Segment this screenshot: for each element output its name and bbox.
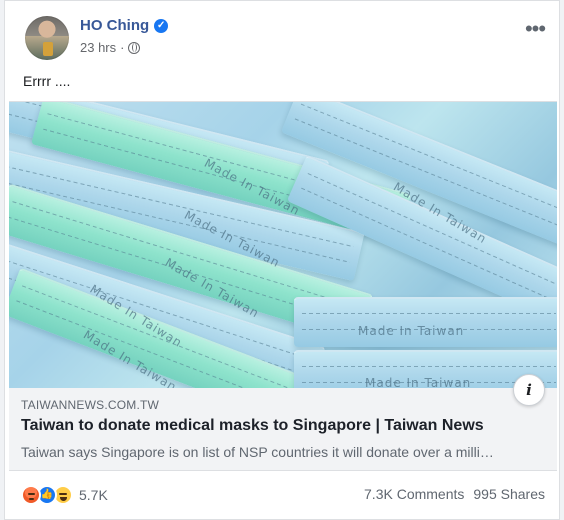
haha-mouth	[60, 497, 67, 501]
facebook-post-card: HO Ching ✓ 23 hrs · ••• Errrr .... Made …	[4, 0, 560, 520]
more-options-icon[interactable]: •••	[523, 18, 547, 40]
post-footer: 👍 5.7K 7.3K Comments 995 Shares	[21, 485, 545, 507]
mask-layer	[294, 297, 557, 347]
haha-eyes	[59, 493, 67, 495]
angry-mouth	[29, 498, 34, 500]
meta-separator: ·	[120, 40, 125, 55]
link-preview-card[interactable]: Made In Taiwan Made In Taiwan Made In Ta…	[9, 101, 557, 471]
reaction-count[interactable]: 5.7K	[79, 487, 108, 503]
angry-eyes	[28, 493, 35, 495]
link-summary: Taiwan says Singapore is on list of NSP …	[21, 444, 494, 460]
link-preview-text[interactable]: TAIWANNEWS.COM.TW Taiwan to donate medic…	[9, 388, 557, 470]
verified-check-icon: ✓	[154, 19, 169, 33]
globe-icon[interactable]	[128, 41, 141, 54]
mask-fold-stripe	[302, 366, 556, 367]
post-meta: 23 hrs ·	[80, 40, 141, 55]
avatar-glass-detail	[43, 42, 53, 56]
mask-embossed-text: Made In Taiwan	[358, 324, 465, 338]
shares-count[interactable]: 995 Shares	[473, 486, 545, 502]
author-name-row: HO Ching ✓	[80, 17, 169, 35]
post-time[interactable]: 23 hrs	[80, 40, 116, 55]
thumbs-up-icon: 👍	[40, 489, 54, 500]
post-header: HO Ching ✓ 23 hrs · •••	[21, 13, 547, 61]
link-headline[interactable]: Taiwan to donate medical masks to Singap…	[21, 417, 484, 435]
post-text: Errrr ....	[23, 73, 71, 89]
author-name[interactable]: HO Ching	[80, 17, 149, 35]
reaction-summary[interactable]: 👍 5.7K	[21, 485, 108, 505]
angry-reaction-icon	[21, 485, 41, 505]
author-avatar[interactable]	[25, 16, 69, 60]
post-stats: 7.3K Comments 995 Shares	[364, 486, 545, 502]
mask-fold-stripe	[302, 313, 556, 314]
link-domain[interactable]: TAIWANNEWS.COM.TW	[21, 398, 159, 412]
comments-count[interactable]: 7.3K Comments	[364, 486, 464, 502]
mask-embossed-text: Made In Taiwan	[365, 376, 472, 388]
link-preview-image[interactable]: Made In Taiwan Made In Taiwan Made In Ta…	[9, 102, 557, 388]
